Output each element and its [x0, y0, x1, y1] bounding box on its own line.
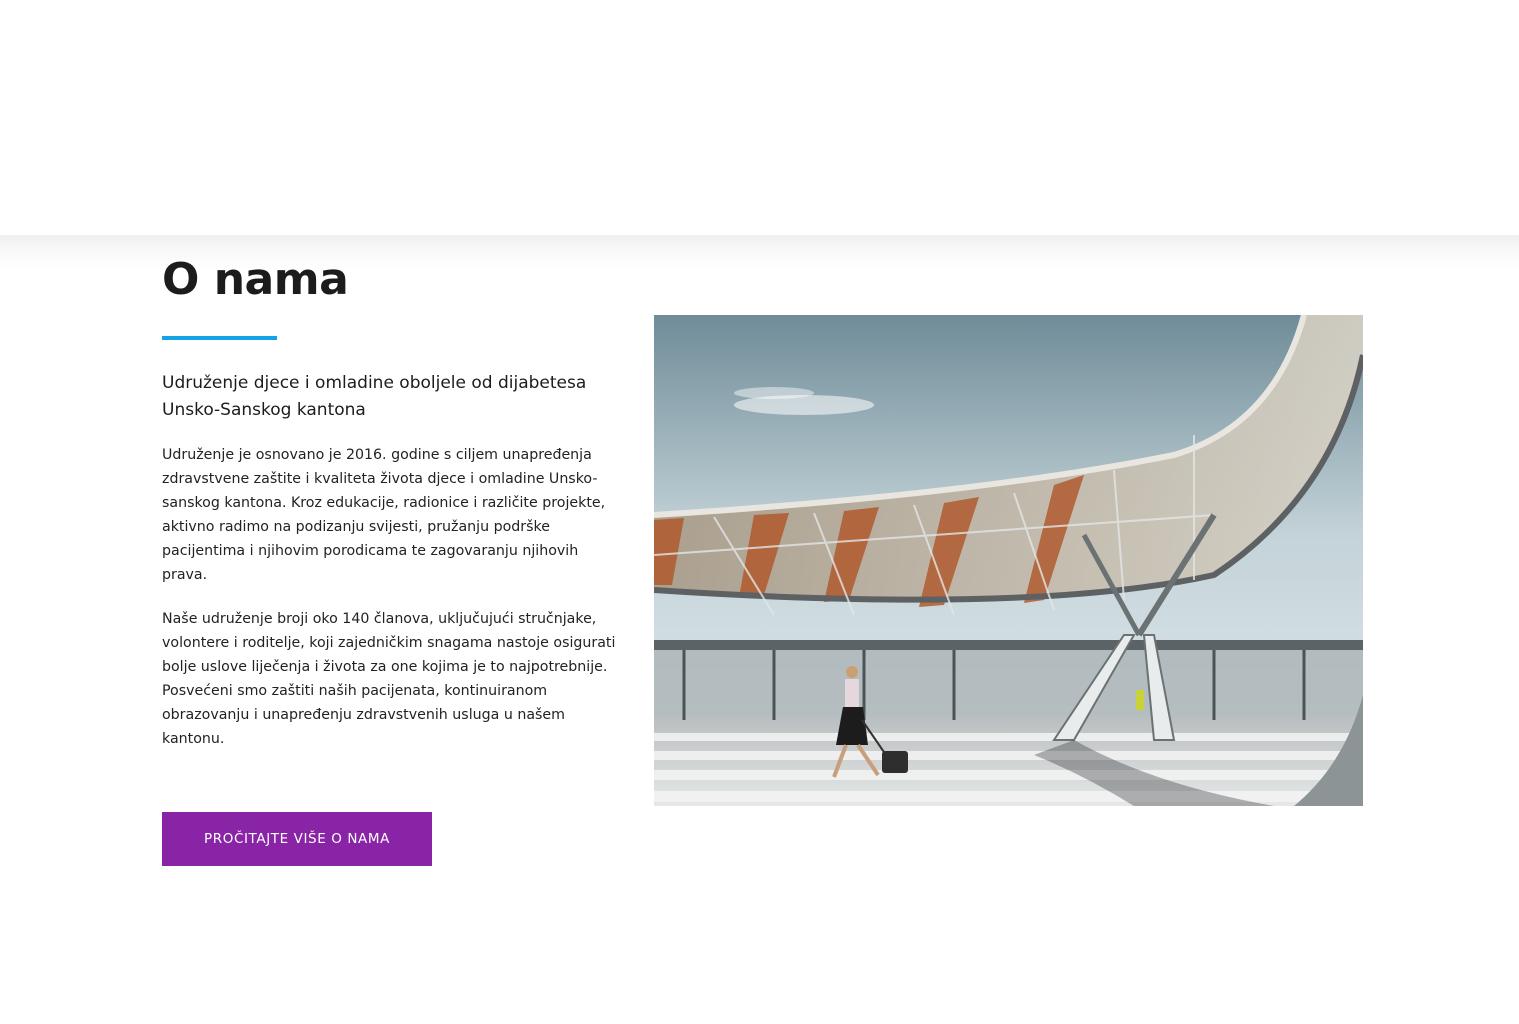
title-underline: [162, 336, 277, 340]
header-blank-area: [0, 0, 1519, 235]
section-title: O nama: [162, 254, 349, 305]
section-subtitle: Udruženje djece i omladine oboljele od d…: [162, 373, 587, 420]
read-more-button[interactable]: PROČITAJTE VIŠE O NAMA: [162, 812, 432, 866]
about-photo: [654, 315, 1363, 806]
about-paragraph-1: Udruženje je osnovano je 2016. godine s …: [162, 447, 606, 583]
about-paragraph-2: Naše udruženje broji oko 140 članova, uk…: [162, 611, 616, 747]
page: O nama Udruženje djece i omladine obolje…: [0, 0, 1519, 1024]
